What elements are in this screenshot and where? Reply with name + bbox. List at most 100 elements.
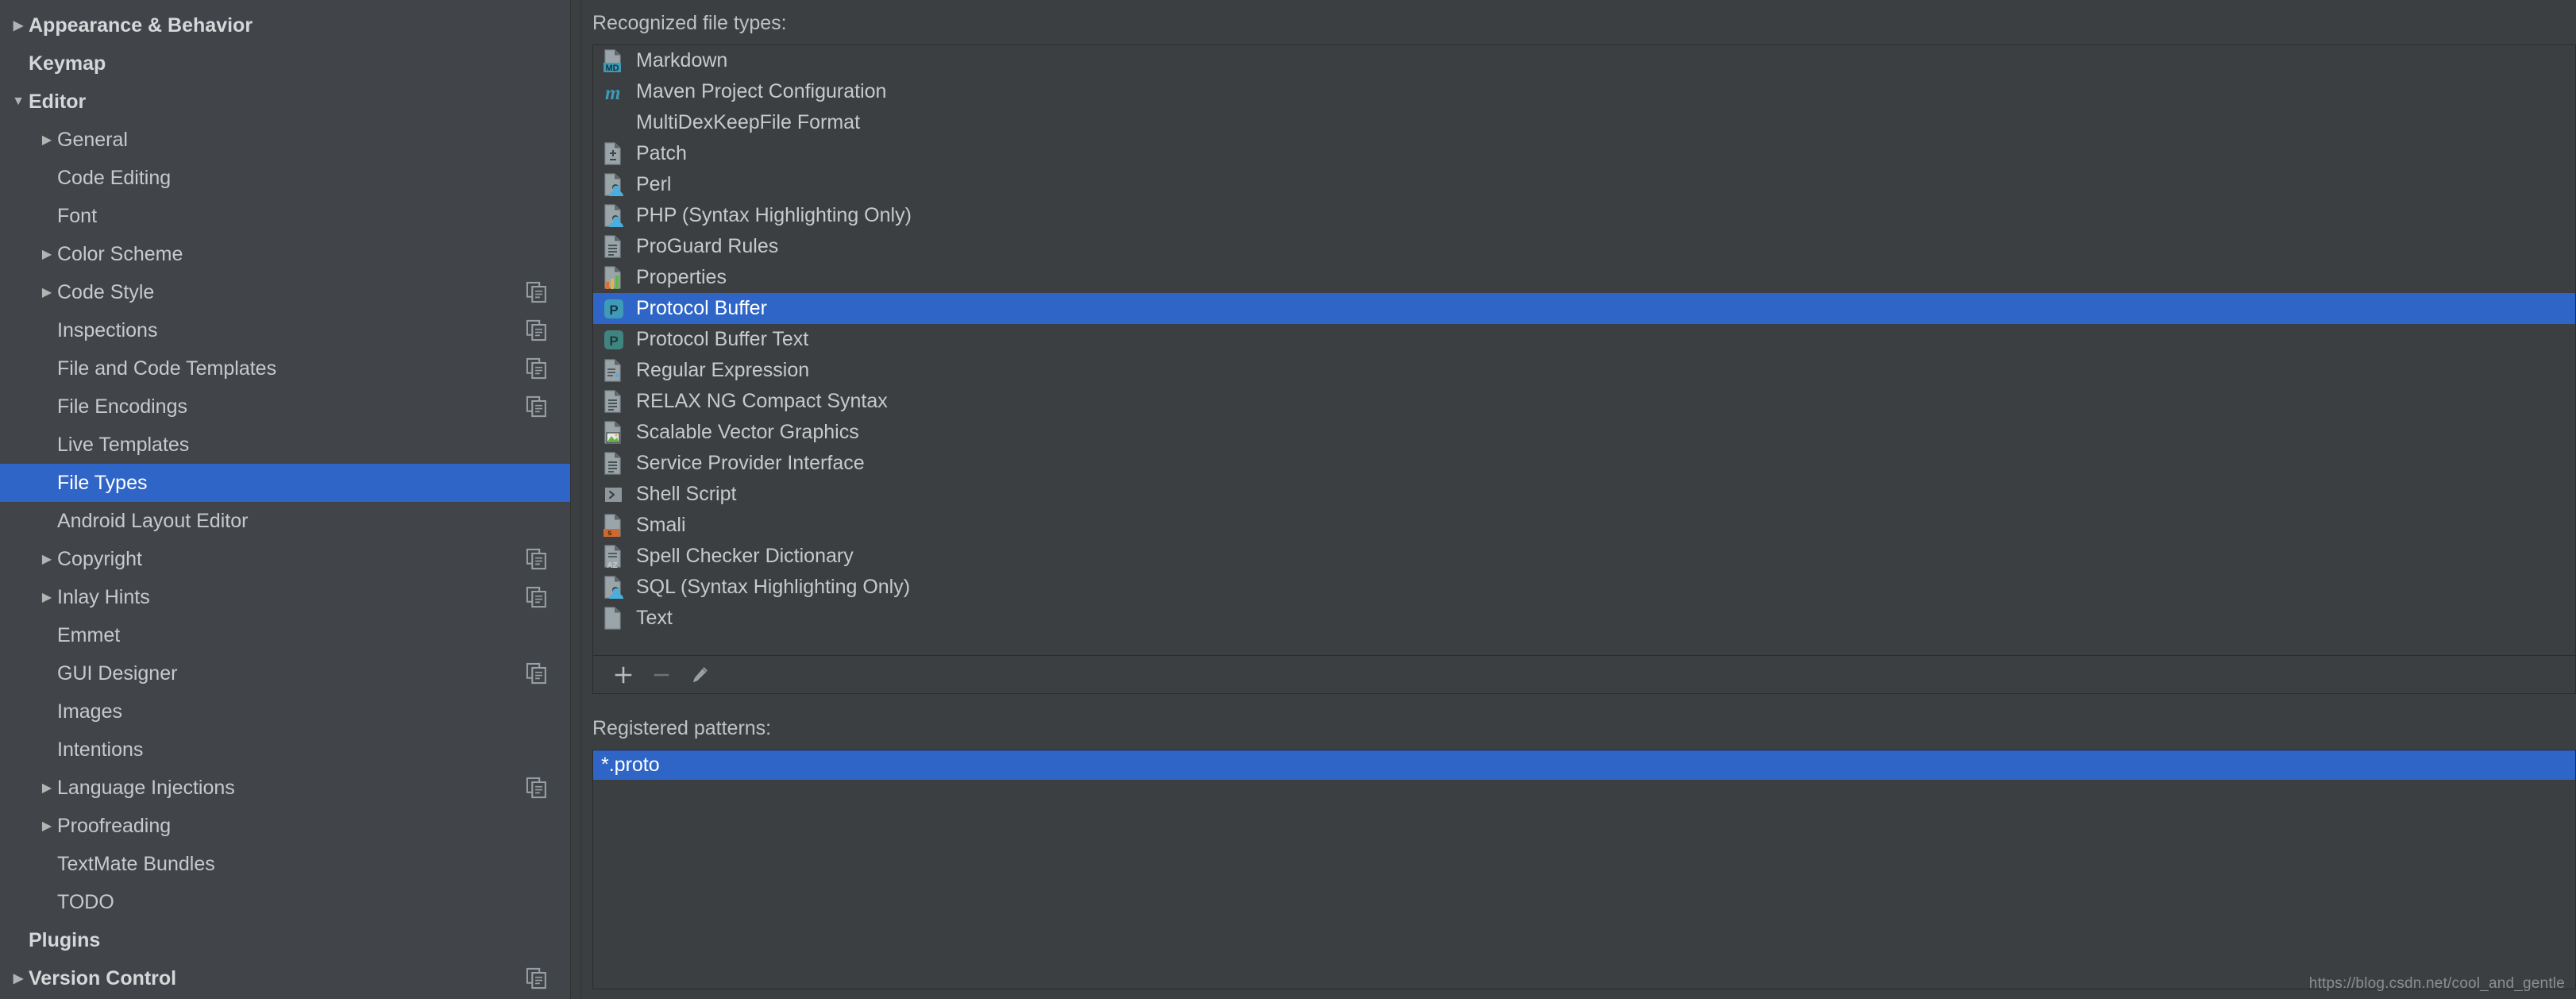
sidebar-item-language-injections[interactable]: ▶ Language Injections xyxy=(0,769,570,807)
registered-patterns-listbox[interactable]: *.proto xyxy=(592,750,2576,989)
sidebar-item-live-templates[interactable]: Live Templates xyxy=(0,426,570,464)
file-type-row[interactable]: PHP (Syntax Highlighting Only) xyxy=(593,200,2575,231)
sidebar-item-label: GUI Designer xyxy=(57,662,178,685)
chevron-right-icon[interactable]: ▶ xyxy=(8,17,29,33)
file-plain-icon xyxy=(603,606,625,631)
protobuf-text-p-icon: P xyxy=(603,328,625,352)
sidebar-item-file-types[interactable]: File Types xyxy=(0,464,570,502)
file-type-row[interactable]: Properties xyxy=(593,262,2575,293)
panel-splitter[interactable] xyxy=(570,0,581,999)
sidebar-item-code-style[interactable]: ▶ Code Style xyxy=(0,273,570,311)
sidebar-item-label: Android Layout Editor xyxy=(57,509,249,532)
file-type-label: RELAX NG Compact Syntax xyxy=(636,390,888,412)
file-type-row[interactable]: Shell Script xyxy=(593,479,2575,510)
file-type-label: Protocol Buffer Text xyxy=(636,328,809,350)
recognized-file-types-listbox[interactable]: MD Markdown m Maven Project Configuratio… xyxy=(592,44,2576,656)
file-type-row[interactable]: Perl xyxy=(593,169,2575,200)
copy-settings-icon[interactable] xyxy=(526,395,548,418)
copy-settings-icon[interactable] xyxy=(526,966,548,990)
sidebar-item-intentions[interactable]: Intentions xyxy=(0,731,570,769)
sidebar-item-images[interactable]: Images xyxy=(0,692,570,731)
sidebar-item-label: Version Control xyxy=(29,966,177,989)
chevron-right-icon[interactable]: ▶ xyxy=(8,970,29,986)
copy-settings-icon[interactable] xyxy=(526,280,548,304)
sidebar-item-copyright[interactable]: ▶ Copyright xyxy=(0,540,570,578)
sidebar-item-inlay-hints[interactable]: ▶ Inlay Hints xyxy=(0,578,570,616)
sidebar-item-color-scheme[interactable]: ▶ Color Scheme xyxy=(0,235,570,273)
registered-pattern-row[interactable]: *.proto xyxy=(593,750,2575,780)
file-type-label: PHP (Syntax Highlighting Only) xyxy=(636,204,912,226)
sidebar-item-inspections[interactable]: Inspections xyxy=(0,311,570,349)
copy-settings-icon[interactable] xyxy=(526,357,548,380)
copy-settings-icon[interactable] xyxy=(526,318,548,342)
sidebar-item-plugins[interactable]: Plugins xyxy=(0,921,570,959)
file-type-row[interactable]: m Maven Project Configuration xyxy=(593,76,2575,107)
sidebar-item-appearance-behavior[interactable]: ▶ Appearance & Behavior xyxy=(0,6,570,44)
settings-tree-sidebar[interactable]: ▶ Appearance & Behavior Keymap ▼ Editor ▶ Gene… xyxy=(0,0,570,999)
sidebar-item-version-control[interactable]: ▶ Version Control xyxy=(0,959,570,997)
chevron-right-icon[interactable]: ▶ xyxy=(37,132,57,148)
file-type-row[interactable]: MD Markdown xyxy=(593,45,2575,76)
file-type-row[interactable]: SQL (Syntax Highlighting Only) xyxy=(593,572,2575,603)
chevron-right-icon[interactable]: ▶ xyxy=(37,780,57,796)
svg-text:P: P xyxy=(609,334,618,349)
sidebar-item-gui-designer[interactable]: GUI Designer xyxy=(0,654,570,692)
chevron-right-icon[interactable]: ▶ xyxy=(37,284,57,300)
file-type-label: Service Provider Interface xyxy=(636,452,865,474)
svg-text:AZ: AZ xyxy=(607,561,617,569)
file-type-label: Patch xyxy=(636,142,687,164)
file-types-toolbar[interactable] xyxy=(592,656,2576,694)
sidebar-item-code-editing[interactable]: Code Editing xyxy=(0,159,570,197)
file-type-row[interactable]: Service Provider Interface xyxy=(593,448,2575,479)
sidebar-item-general[interactable]: ▶ General xyxy=(0,121,570,159)
sidebar-item-label: Keymap xyxy=(29,52,106,75)
sidebar-item-emmet[interactable]: Emmet xyxy=(0,616,570,654)
chevron-right-icon[interactable]: ▶ xyxy=(37,551,57,567)
sidebar-item-label: TextMate Bundles xyxy=(57,852,215,875)
file-type-row[interactable]: s Smali xyxy=(593,510,2575,541)
registered-patterns-list[interactable]: *.proto xyxy=(593,750,2575,989)
file-type-row[interactable]: RELAX NG Compact Syntax xyxy=(593,386,2575,417)
file-type-row[interactable]: * Regular Expression xyxy=(593,355,2575,386)
svg-text:MD: MD xyxy=(605,64,619,73)
edit-file-type-button[interactable] xyxy=(681,659,719,691)
copy-settings-icon[interactable] xyxy=(526,776,548,800)
copy-settings-icon[interactable] xyxy=(526,585,548,609)
chevron-down-icon[interactable]: ▼ xyxy=(8,94,29,109)
remove-file-type-button[interactable] xyxy=(642,659,681,691)
chevron-right-icon[interactable]: ▶ xyxy=(37,589,57,605)
sidebar-item-keymap[interactable]: Keymap xyxy=(0,44,570,83)
file-type-row[interactable]: Scalable Vector Graphics xyxy=(593,417,2575,448)
chevron-right-icon[interactable]: ▶ xyxy=(37,246,57,262)
copy-settings-icon[interactable] xyxy=(526,662,548,685)
sidebar-item-file-and-code-templates[interactable]: File and Code Templates xyxy=(0,349,570,388)
sidebar-item-proofreading[interactable]: ▶ Proofreading xyxy=(0,807,570,845)
file-type-row[interactable]: Patch xyxy=(593,138,2575,169)
copy-settings-icon[interactable] xyxy=(526,547,548,571)
sidebar-item-label: Appearance & Behavior xyxy=(29,14,253,37)
file-type-row[interactable]: ProGuard Rules xyxy=(593,231,2575,262)
sidebar-item-file-encodings[interactable]: File Encodings xyxy=(0,388,570,426)
svg-text:s: s xyxy=(607,529,612,538)
add-file-type-button[interactable] xyxy=(604,659,642,691)
file-md-icon: MD xyxy=(603,48,625,73)
file-type-row[interactable]: AZ Spell Checker Dictionary xyxy=(593,541,2575,572)
file-lines-icon xyxy=(603,389,625,414)
file-type-label: Regular Expression xyxy=(636,359,810,381)
file-type-row[interactable]: P Protocol Buffer xyxy=(593,293,2575,324)
sidebar-item-android-layout-editor[interactable]: Android Layout Editor xyxy=(0,502,570,540)
file-type-row[interactable]: MultiDexKeepFile Format xyxy=(593,107,2575,138)
file-type-label: Shell Script xyxy=(636,483,737,505)
file-type-row[interactable]: Text xyxy=(593,603,2575,634)
recognized-file-types-list[interactable]: MD Markdown m Maven Project Configuratio… xyxy=(593,45,2575,655)
file-patch-icon xyxy=(603,141,625,166)
sidebar-item-todo[interactable]: TODO xyxy=(0,883,570,921)
file-type-row[interactable]: P Protocol Buffer Text xyxy=(593,324,2575,355)
sidebar-item-font[interactable]: Font xyxy=(0,197,570,235)
chevron-right-icon[interactable]: ▶ xyxy=(37,818,57,834)
sidebar-item-textmate-bundles[interactable]: TextMate Bundles xyxy=(0,845,570,883)
registered-pattern-value: *.proto xyxy=(601,754,660,776)
sidebar-item-editor[interactable]: ▼ Editor xyxy=(0,83,570,121)
file-type-label: Markdown xyxy=(636,49,728,71)
file-script-icon xyxy=(603,172,625,197)
